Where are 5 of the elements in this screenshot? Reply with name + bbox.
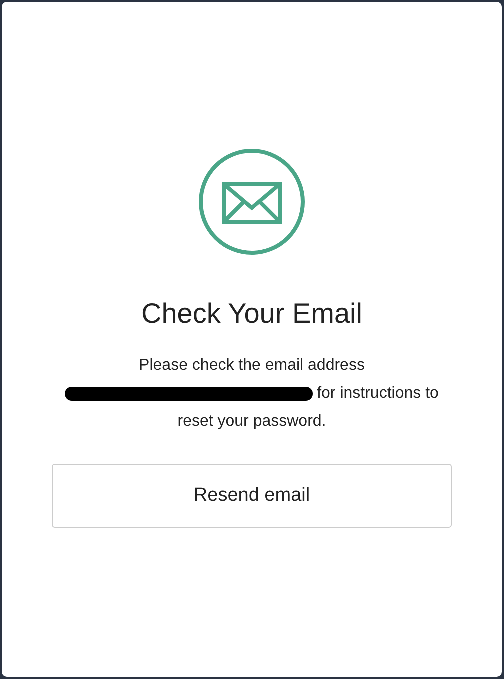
envelope-icon [198,148,306,256]
resend-button[interactable]: Resend email [52,464,452,528]
page-title: Check Your Email [141,298,362,330]
message-text: for instructions to reset your password. [178,385,439,430]
message-text: Please check the email address [139,357,365,374]
